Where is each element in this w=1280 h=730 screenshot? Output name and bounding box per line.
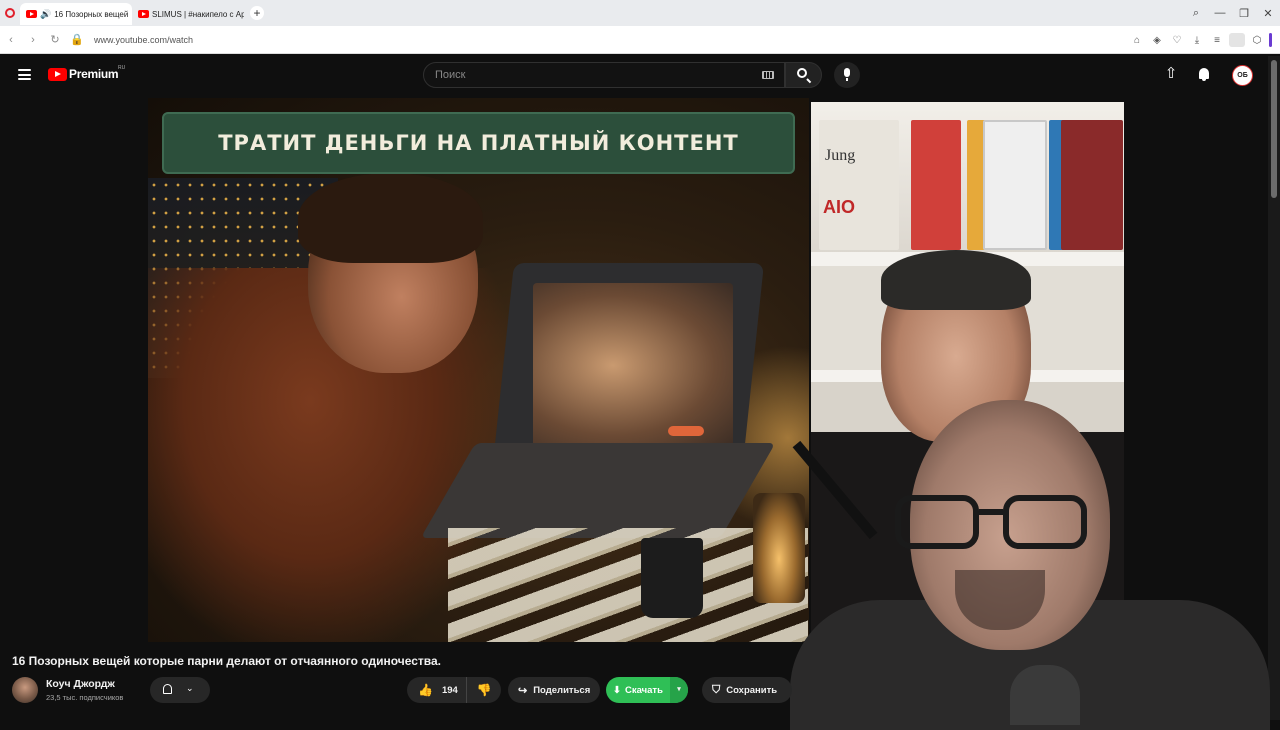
account-avatar[interactable]: ОБ: [1232, 65, 1253, 86]
address-actions: ⌂ ◈ ♡ ⤓ ≡ ⬡: [1129, 26, 1272, 54]
save-label: Сохранить: [726, 684, 778, 696]
book-dark-red: [1061, 120, 1123, 250]
hamburger-menu-icon[interactable]: [18, 69, 31, 80]
download-icon[interactable]: ⤓: [1189, 35, 1205, 46]
reload-icon[interactable]: ↻: [44, 33, 66, 46]
camera-icon[interactable]: ⌂: [1129, 35, 1145, 46]
restore-icon[interactable]: ❐: [1232, 7, 1256, 20]
search-button[interactable]: [785, 62, 822, 88]
video-laptop-button: [668, 426, 704, 436]
sidebar-indicator: [1269, 33, 1272, 47]
like-count: 194: [441, 684, 458, 696]
heart-icon[interactable]: ♡: [1169, 35, 1185, 46]
glasses-lens-right: [1003, 495, 1087, 549]
bell-icon[interactable]: [1196, 67, 1212, 83]
streamer-overlay: [760, 400, 1280, 730]
video-banner-text: ТРАТИТ ДЕНЬГИ НА ПЛАТНЫЙ КОНТЕНТ: [162, 112, 795, 174]
close-icon[interactable]: ✕: [1256, 7, 1280, 20]
search-icon: [797, 68, 807, 78]
tab-inactive[interactable]: SLIMUS | #накипело с Ар: [132, 3, 244, 25]
channel-subscribers: 23,5 тыс. подписчиков: [46, 693, 124, 702]
url-field[interactable]: www.youtube.com/watch: [94, 35, 193, 45]
chevron-down-icon: ⌄: [186, 683, 194, 693]
minimize-icon[interactable]: —: [1208, 7, 1232, 19]
mic-icon: [844, 68, 850, 81]
youtube-logo-icon: [48, 67, 67, 81]
account-icon[interactable]: [1229, 33, 1245, 47]
lock-icon[interactable]: 🔒: [66, 33, 88, 46]
channel-avatar[interactable]: [12, 677, 38, 703]
dislike-icon: 👎: [476, 683, 492, 697]
save-button[interactable]: ⛉ Сохранить: [702, 677, 792, 703]
youtube-logo-text: Premium: [69, 67, 119, 81]
like-dislike-group: 👍 194 👎: [407, 677, 501, 703]
tab-label: SLIMUS | #накипело с Ар: [152, 9, 244, 19]
forward-icon[interactable]: ›: [22, 34, 44, 46]
mic-stand: [792, 440, 878, 540]
book-red: [911, 120, 961, 250]
subscription-bell-button[interactable]: ⌄: [150, 677, 210, 703]
opera-icon[interactable]: [0, 0, 20, 26]
glasses-lens-left: [895, 495, 979, 549]
search-placeholder: Поиск: [435, 69, 466, 81]
search-tabs-icon[interactable]: ⌕: [1184, 7, 1208, 20]
share-label: Поделиться: [533, 684, 591, 696]
speaker-icon[interactable]: 🔊: [40, 9, 51, 20]
new-tab-button[interactable]: +: [250, 6, 264, 20]
download-button[interactable]: ⬇ Скачать ▾: [606, 677, 688, 703]
streamer-glasses: [895, 495, 1095, 549]
share-icon: ↪: [518, 684, 528, 697]
youtube-region-label: RU: [118, 65, 126, 71]
video-laptop-screen: [533, 283, 733, 448]
video-title: 16 Позорных вещей которые парни делают о…: [12, 654, 442, 668]
upload-icon[interactable]: ⇧: [1163, 66, 1179, 83]
back-icon[interactable]: ‹: [0, 34, 22, 46]
youtube-logo[interactable]: Premium RU: [48, 65, 125, 81]
book-tomie: [983, 120, 1047, 250]
browser-tab-bar: 🔊 16 Позорных вещей SLIMUS | #накипело с…: [0, 0, 1280, 26]
share-button[interactable]: ↪ Поделиться: [508, 677, 600, 703]
youtube-favicon: [26, 10, 37, 18]
menu-icon[interactable]: ≡: [1209, 35, 1225, 46]
streamer-microphone: [1010, 665, 1080, 725]
channel-name[interactable]: Коуч Джордж: [46, 678, 115, 690]
voice-search-button[interactable]: [834, 62, 860, 88]
glasses-bridge: [979, 509, 1003, 515]
extensions-icon[interactable]: ⬡: [1249, 35, 1265, 46]
webcam-person-hair: [881, 250, 1031, 310]
book-label-aion: AIO: [823, 197, 856, 217]
download-label: Скачать: [624, 684, 663, 696]
youtube-favicon: [138, 10, 149, 18]
video-keyboard: [420, 443, 776, 538]
window-controls: ⌕ — ❐ ✕: [1184, 0, 1280, 26]
search-input[interactable]: Поиск: [423, 62, 785, 88]
download-main[interactable]: ⬇ Скачать: [606, 685, 670, 696]
tab-active[interactable]: 🔊 16 Позорных вещей: [20, 3, 132, 25]
youtube-header: Premium RU Поиск ⇧ ОБ: [0, 56, 1280, 94]
video-mug: [641, 538, 703, 618]
book-label-jung: Jung: [825, 147, 856, 164]
book-jung: [819, 120, 899, 250]
video-man-hair: [298, 173, 483, 263]
keyboard-icon[interactable]: [762, 71, 774, 79]
scrollbar-thumb[interactable]: [1271, 60, 1277, 198]
save-icon: ⛉: [712, 683, 721, 696]
video-player[interactable]: ТРАТИТ ДЕНЬГИ НА ПЛАТНЫЙ КОНТЕНТ: [148, 98, 809, 642]
like-button[interactable]: 👍 194: [407, 677, 467, 703]
address-bar: ‹ › ↻ 🔒 www.youtube.com/watch ⌂ ◈ ♡ ⤓ ≡ …: [0, 26, 1280, 54]
download-icon: ⬇: [613, 684, 621, 696]
like-icon: 👍: [418, 683, 433, 697]
tab-label: 16 Позорных вещей: [54, 9, 129, 19]
bell-icon: [163, 684, 172, 694]
shield-icon[interactable]: ◈: [1149, 35, 1165, 46]
dislike-button[interactable]: 👎: [467, 677, 501, 703]
